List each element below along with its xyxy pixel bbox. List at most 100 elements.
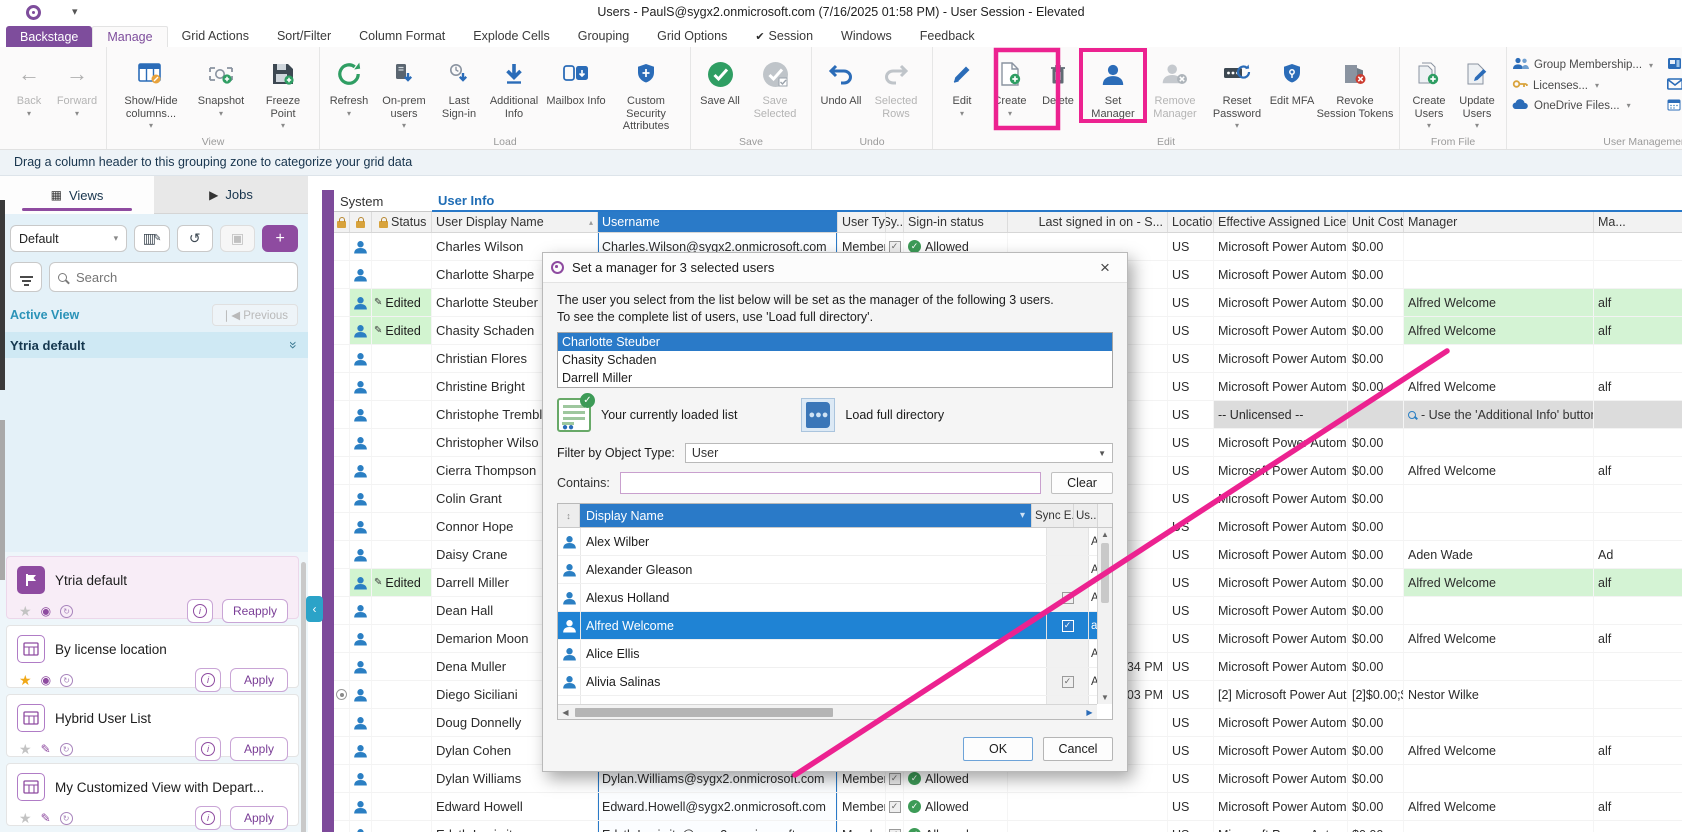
reapply-button[interactable]: Reapply <box>222 599 288 623</box>
directory-user-row[interactable]: Alfred Welcome✓alf <box>558 612 1112 640</box>
column-header-signin-status[interactable]: Sign-in status <box>904 212 1008 232</box>
add-view-button[interactable]: + <box>262 225 298 252</box>
column-header-display-name[interactable]: User Display Name▴ <box>432 212 598 232</box>
licenses--button[interactable]: Licenses...▾ <box>1512 78 1653 93</box>
tab-backstage[interactable]: Backstage <box>6 26 92 47</box>
view-card[interactable]: By license location★◉↻iApply <box>6 625 299 688</box>
save-view-button[interactable]: ▣ <box>220 225 256 252</box>
info-button[interactable]: i <box>195 668 221 692</box>
previous-view-button[interactable]: ❘◀ Previous <box>212 304 298 326</box>
sidebar-collapse-handle[interactable]: ‹ <box>306 596 323 622</box>
last-sign-in-button[interactable]: Last Sign-in <box>435 51 483 120</box>
star-icon[interactable]: ★ <box>19 742 32 756</box>
manager-target-user[interactable]: Charlotte Steuber <box>558 333 1112 351</box>
onedrive-files--button[interactable]: OneDrive Files...▾ <box>1512 98 1653 113</box>
group-membership--button[interactable]: Group Membership...▾ <box>1512 57 1653 73</box>
column-header-manager[interactable]: Manager <box>1404 212 1594 232</box>
messages--button[interactable]: Messages...▾ <box>1667 78 1682 93</box>
mailbox-permiss--button[interactable]: Mailbox Permiss... <box>1667 57 1682 73</box>
reset-view-button[interactable]: ↺ <box>177 225 213 252</box>
filter-button[interactable] <box>10 262 42 292</box>
column-header-status[interactable]: Status <box>372 212 432 232</box>
view-card[interactable]: My Customized View with Depart...★✎↻iApp… <box>6 763 299 826</box>
apply-button[interactable]: Apply <box>230 806 288 830</box>
chevron-collapse-icon[interactable]: » <box>286 341 302 349</box>
cancel-button[interactable]: Cancel <box>1043 737 1113 761</box>
display-name-column-header[interactable]: Display Name ▾ <box>580 504 1031 527</box>
create-button[interactable]: Create▾ <box>986 51 1034 118</box>
apply-button[interactable]: Apply <box>230 737 288 761</box>
vscroll-thumb[interactable] <box>1101 543 1109 603</box>
grouping-zone[interactable]: Drag a column header to this grouping zo… <box>0 150 1682 176</box>
show-hide-columns--button[interactable]: Show/Hide columns...▾ <box>112 51 190 130</box>
directory-user-row[interactable]: Alice EllisAli <box>558 640 1112 668</box>
additional-info-button[interactable]: Additional Info <box>483 51 545 120</box>
tab-windows[interactable]: Windows <box>827 26 906 47</box>
sort-corner-icon[interactable]: ↕ <box>558 504 580 527</box>
revoke-session-tokens-button[interactable]: Revoke Session Tokens <box>1316 51 1394 120</box>
directory-user-row[interactable]: Alex WilberAle <box>558 528 1112 556</box>
sync-column-header[interactable]: Sync E... <box>1031 504 1073 527</box>
tab-session[interactable]: ✔Session <box>741 26 827 47</box>
directory-list-hscrollbar[interactable]: ◀ ▶ <box>558 704 1097 719</box>
manager-target-user[interactable]: Darrell Miller <box>558 369 1112 387</box>
tab-feedback[interactable]: Feedback <box>906 26 989 47</box>
column-header-license[interactable]: Effective Assigned Licens... <box>1214 212 1348 232</box>
search-box[interactable] <box>49 262 298 292</box>
freeze-point-button[interactable]: Freeze Point▾ <box>252 51 314 130</box>
create-users-button[interactable]: Create Users▾ <box>1405 51 1453 130</box>
save-all-button[interactable]: Save All <box>696 51 744 108</box>
snapshot-button[interactable]: Snapshot▾ <box>190 51 252 118</box>
reset-password-button[interactable]: Reset Password▾ <box>1206 51 1268 130</box>
view-card[interactable]: Hybrid User List★✎↻iApply <box>6 694 299 757</box>
refresh-button[interactable]: Refresh▾ <box>325 51 373 118</box>
source-option-full-directory[interactable]: ●●● Load full directory <box>801 398 944 432</box>
directory-user-row[interactable]: Alexus Holland✓Ale <box>558 584 1112 612</box>
scroll-up-icon[interactable]: ▲ <box>1098 528 1112 541</box>
view-selector-dropdown[interactable]: Default ▾ <box>10 225 127 252</box>
tab-grid-actions[interactable]: Grid Actions <box>168 26 263 47</box>
delete-button[interactable]: Delete▾ <box>1034 51 1082 118</box>
scroll-left-icon[interactable]: ◀ <box>558 708 573 717</box>
mailbox-info-button[interactable]: Mailbox Info <box>545 51 607 108</box>
tab-explode-cells[interactable]: Explode Cells <box>459 26 563 47</box>
tab-sort-filter[interactable]: Sort/Filter <box>263 26 345 47</box>
update-users-button[interactable]: Update Users▾ <box>1453 51 1501 130</box>
custom-security-attributes-button[interactable]: Custom Security Attributes <box>607 51 685 133</box>
column-header-unit-cost[interactable]: Unit Cost... <box>1348 212 1404 232</box>
scroll-down-icon[interactable]: ▼ <box>1098 691 1112 704</box>
ok-button[interactable]: OK <box>963 737 1033 761</box>
sidebar-tab-views[interactable]: ▦Views <box>0 176 154 214</box>
column-header-location[interactable]: Locatio... <box>1168 212 1214 232</box>
info-button[interactable]: i <box>187 599 213 623</box>
dialog-title-bar[interactable]: Set a manager for 3 selected users × <box>543 253 1127 283</box>
star-icon[interactable]: ★ <box>19 604 32 618</box>
apply-button[interactable]: Apply <box>230 668 288 692</box>
info-button[interactable]: i <box>195 737 221 761</box>
column-header-sync[interactable]: Sy... <box>886 212 904 232</box>
column-header-user-type[interactable]: User Type <box>838 212 886 232</box>
column-header-manager-2[interactable]: Ma... <box>1594 212 1682 232</box>
column-header-username[interactable]: Username <box>598 212 838 232</box>
sidebar-tab-jobs[interactable]: ▶Jobs <box>154 176 308 214</box>
tab-grouping[interactable]: Grouping <box>564 26 643 47</box>
edit-mfa-button[interactable]: Edit MFA <box>1268 51 1316 108</box>
hscroll-thumb[interactable] <box>575 708 833 717</box>
search-input[interactable] <box>74 269 289 286</box>
contains-input[interactable] <box>620 472 1041 494</box>
directory-user-row[interactable] <box>558 696 1112 704</box>
on-prem-users-button[interactable]: On-prem users▾ <box>373 51 435 130</box>
undo-all-button[interactable]: Undo All <box>817 51 865 108</box>
object-type-dropdown[interactable]: User ▼ <box>685 443 1113 463</box>
view-section-header[interactable]: Ytria default » <box>0 332 308 358</box>
star-icon[interactable]: ★ <box>19 673 32 687</box>
view-card[interactable]: Ytria default★◉↻iReapply <box>6 556 299 619</box>
directory-user-row[interactable]: Alexander GleasonAle <box>558 556 1112 584</box>
star-icon[interactable]: ★ <box>19 811 32 825</box>
events--button[interactable]: Events...▾ <box>1667 98 1682 114</box>
edit-button[interactable]: Edit▾ <box>938 51 986 118</box>
clear-button[interactable]: Clear <box>1051 472 1113 494</box>
table-row[interactable]: Edward HowellEdward.Howell@sygx2.onmicro… <box>334 793 1682 821</box>
scroll-right-icon[interactable]: ▶ <box>1082 708 1097 717</box>
column-header-last-signed-in[interactable]: Last signed in on - S... <box>1008 212 1168 232</box>
